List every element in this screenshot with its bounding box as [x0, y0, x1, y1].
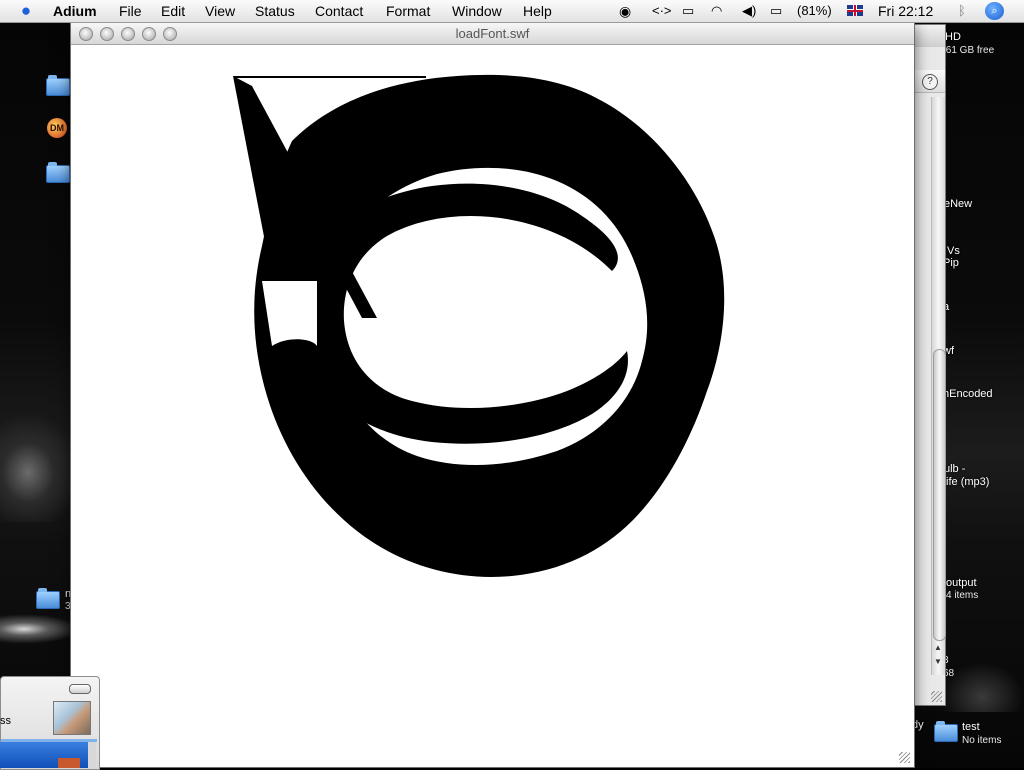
menu-status[interactable]: Status: [255, 3, 295, 19]
menu-format[interactable]: Format: [386, 3, 430, 19]
hd-name: HD: [945, 31, 961, 43]
desktop-item-label[interactable]: nEncoded: [943, 388, 993, 400]
window-title: loadFont.swf: [455, 26, 530, 41]
wallpaper-glow: [0, 614, 80, 644]
menubar-clock[interactable]: Fri 22:12: [878, 3, 933, 19]
menu-file[interactable]: File: [119, 3, 142, 19]
menu-window[interactable]: Window: [452, 3, 502, 19]
code-icon[interactable]: <·>: [652, 3, 672, 19]
buddy-list-selection[interactable]: [0, 742, 96, 768]
menu-help[interactable]: Help: [523, 3, 552, 19]
avatar[interactable]: [53, 701, 91, 735]
desktop-folder-icon[interactable]: [46, 162, 70, 183]
apple-icon[interactable]: ●: [17, 2, 35, 20]
menu-view[interactable]: View: [205, 3, 235, 19]
buddy-text: ss: [0, 715, 11, 727]
flash-stage[interactable]: [112, 46, 912, 765]
test-folder-name[interactable]: test: [962, 721, 980, 733]
desktop-item-label[interactable]: ulb -: [944, 463, 965, 475]
display-icon[interactable]: ▭: [682, 3, 694, 19]
battery-icon[interactable]: ▭: [770, 3, 782, 19]
wallpaper-lightning: [0, 412, 80, 522]
help-icon[interactable]: ?: [922, 74, 938, 90]
volume-icon[interactable]: ◀): [742, 3, 756, 19]
uk-flag-icon[interactable]: [847, 5, 863, 16]
scroll-up-arrow-icon[interactable]: ▲: [933, 643, 943, 652]
buddy-list-scrollbar[interactable]: [88, 742, 96, 768]
editor-scroll-thumb[interactable]: [933, 349, 946, 641]
swf-resize-grip[interactable]: [899, 752, 910, 763]
bluetooth-icon[interactable]: ᛒ: [958, 3, 966, 19]
desktop-item-detail: 4 items: [946, 590, 979, 601]
battery-percent[interactable]: (81%): [797, 3, 832, 19]
menu-bar: ● Adium File Edit View Status Contact Fo…: [0, 0, 1024, 23]
glyph-inner-band: [293, 183, 628, 444]
menu-contact[interactable]: Contact: [315, 3, 363, 19]
glyph-stroke-top: [233, 76, 426, 78]
search-icon[interactable]: ⌕: [985, 2, 1004, 20]
adium-status-icon[interactable]: ◉: [619, 3, 631, 19]
editor-scrollbar[interactable]: [931, 97, 946, 675]
hd-free-space: .61 GB free: [943, 45, 995, 56]
editor-resize-grip[interactable]: [931, 691, 942, 702]
desktop-item-label[interactable]: .ife (mp3): [943, 476, 989, 488]
app-menu[interactable]: Adium: [53, 3, 97, 19]
toolbar-toggle-button[interactable]: [69, 684, 91, 694]
status-icon: [58, 758, 80, 768]
test-folder-detail: No items: [962, 735, 1002, 746]
desktop-item-label[interactable]: Vs: [947, 245, 960, 257]
desktop-folder-icon[interactable]: [46, 75, 70, 96]
desktop-item-label[interactable]: output: [946, 577, 977, 589]
desktop-folder-icon[interactable]: [36, 588, 60, 609]
desktop-item-label[interactable]: eNew: [944, 198, 972, 210]
app-dm-icon[interactable]: DM: [47, 118, 67, 138]
swf-player-window: loadFont.swf: [70, 22, 915, 768]
rendered-glyph-artwork: [233, 74, 725, 577]
scroll-down-arrow-icon[interactable]: ▼: [933, 657, 943, 666]
wifi-icon[interactable]: ◠: [711, 3, 722, 19]
swf-titlebar[interactable]: loadFont.swf: [71, 23, 914, 45]
menu-edit[interactable]: Edit: [161, 3, 185, 19]
test-folder-icon[interactable]: [934, 721, 958, 742]
